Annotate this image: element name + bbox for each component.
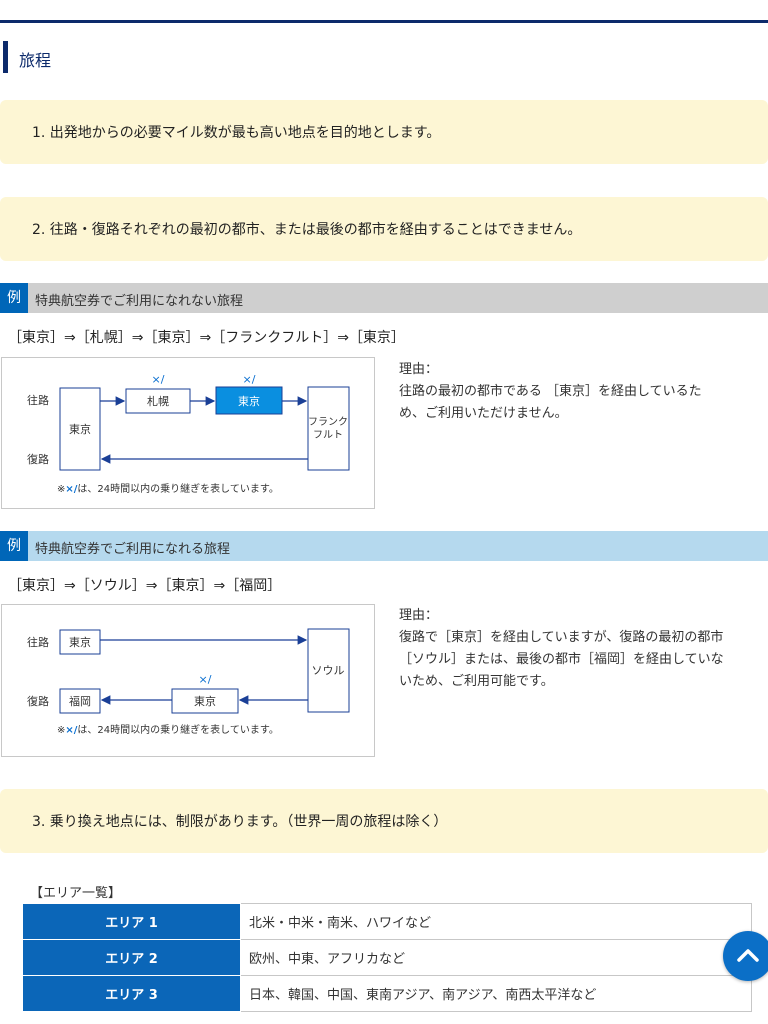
- ok-return-label: 復路: [27, 695, 49, 708]
- ok-transfer-mark: ×/: [199, 673, 212, 686]
- rule-3-text: 3. 乗り換え地点には、制限があります。（世界一周の旅程は除く）: [32, 814, 448, 830]
- example-ok-heading: 例 特典航空券でご利用になれる旅程: [0, 531, 768, 561]
- ok-diagram-note: ※×/は、24時間以内の乗り継ぎを表しています。: [57, 723, 279, 736]
- example-badge: 例: [0, 283, 28, 313]
- ng-route-diagram: 往路 復路 東京 札幌 東京 フランク フルト ×/ ×/ ※×/は、24時間以…: [27, 373, 350, 495]
- ng-tokyo2-label: 東京: [238, 394, 260, 408]
- area-name: エリア 2: [22, 939, 241, 976]
- reason-line: め、ご利用いただけません。: [399, 406, 568, 421]
- ng-diagram-note: ※×/は、24時間以内の乗り継ぎを表しています。: [57, 482, 279, 495]
- ng-sapporo-label: 札幌: [147, 394, 169, 408]
- ok-route-diagram: 往路 復路 東京 ソウル 福岡 東京 ×/ ※×/は、24時間以内の乗り継ぎを表…: [27, 628, 350, 736]
- reason-line: いため、ご利用可能です。: [399, 674, 554, 689]
- ng-frankfurt-label-2: フルト: [313, 430, 343, 441]
- example-ok-route: ［東京］⇒［ソウル］⇒［東京］⇒［福岡］: [8, 578, 282, 594]
- ng-transfer-mark-2: ×/: [243, 373, 256, 386]
- area-name: エリア 1: [22, 903, 241, 940]
- example-ok-reason: 理由： 復路で［東京］を経由していますが、復路の最初の都市 ［ソウル］または、最…: [399, 605, 768, 693]
- table-row: エリア 2 欧州、中東、アフリカなど: [22, 939, 752, 976]
- example-ng-diagram: 往路 復路 東京 札幌 東京 フランク フルト ×/ ×/ ※×/は、24時間以…: [1, 357, 375, 509]
- area-list-caption: 【エリア一覧】: [30, 886, 122, 901]
- rule-3: 3. 乗り換え地点には、制限があります。（世界一周の旅程は除く）: [0, 789, 768, 853]
- ok-seoul-label: ソウル: [312, 664, 345, 677]
- area-regions: 日本、韓国、中国、東南アジア、南アジア、南西太平洋など: [240, 975, 752, 1012]
- reason-title: 理由：: [399, 362, 439, 377]
- ok-fukuoka-label: 福岡: [69, 694, 91, 708]
- ng-tokyo-label: 東京: [69, 422, 91, 436]
- area-regions: 欧州、中東、アフリカなど: [240, 939, 752, 976]
- ok-outbound-label: 往路: [27, 635, 49, 649]
- ok-tokyo-label: 東京: [69, 635, 91, 649]
- example-ng-heading: 例 特典航空券でご利用になれない旅程: [0, 283, 768, 313]
- chevron-up-icon: [737, 949, 759, 962]
- example-ng-reason: 理由： 往路の最初の都市である ［東京］を経由しているた め、ご利用いただけませ…: [399, 359, 768, 425]
- example-badge: 例: [0, 531, 28, 561]
- example-ok-diagram: 往路 復路 東京 ソウル 福岡 東京 ×/ ※×/は、24時間以内の乗り継ぎを表…: [1, 604, 375, 757]
- rule-1: 1. 出発地からの必要マイル数が最も高い地点を目的地とします。: [0, 100, 768, 164]
- reason-line: 往路の最初の都市である ［東京］を経由しているた: [399, 384, 702, 399]
- ng-transfer-mark-1: ×/: [152, 373, 165, 386]
- reason-line: ［ソウル］または、最後の都市［福岡］を経由していな: [399, 652, 724, 667]
- reason-title: 理由：: [399, 608, 439, 623]
- example-ok-heading-text: 特典航空券でご利用になれる旅程: [35, 542, 231, 557]
- reason-line: 復路で［東京］を経由していますが、復路の最初の都市: [399, 630, 724, 645]
- area-regions: 北米・中米・南米、ハワイなど: [240, 903, 752, 940]
- ng-frankfurt-box: [307, 386, 350, 471]
- rule-2-text: 2. 往路・復路それぞれの最初の都市、または最後の都市を経由することはできません…: [32, 222, 582, 238]
- scroll-to-top-button[interactable]: [723, 931, 768, 981]
- area-table: エリア 1 北米・中米・南米、ハワイなど エリア 2 欧州、中東、アフリカなど …: [22, 903, 752, 1012]
- ok-tokyo2-label: 東京: [194, 694, 216, 708]
- header-divider: [0, 20, 768, 23]
- ng-outbound-label: 往路: [27, 393, 49, 407]
- ng-frankfurt-label-1: フランク: [308, 416, 348, 428]
- section-title: 旅程: [19, 51, 52, 70]
- table-row: エリア 3 日本、韓国、中国、東南アジア、南アジア、南西太平洋など: [22, 975, 752, 1012]
- table-row: エリア 1 北米・中米・南米、ハワイなど: [22, 903, 752, 940]
- example-ng-route: ［東京］⇒［札幌］⇒［東京］⇒［フランクフルト］⇒［東京］: [8, 330, 405, 346]
- rule-2: 2. 往路・復路それぞれの最初の都市、または最後の都市を経由することはできません…: [0, 197, 768, 261]
- rule-1-text: 1. 出発地からの必要マイル数が最も高い地点を目的地とします。: [32, 125, 441, 141]
- example-ng-heading-text: 特典航空券でご利用になれない旅程: [35, 294, 244, 309]
- heading-accent-bar: [3, 41, 8, 73]
- area-name: エリア 3: [22, 975, 241, 1012]
- ng-return-label: 復路: [27, 453, 49, 466]
